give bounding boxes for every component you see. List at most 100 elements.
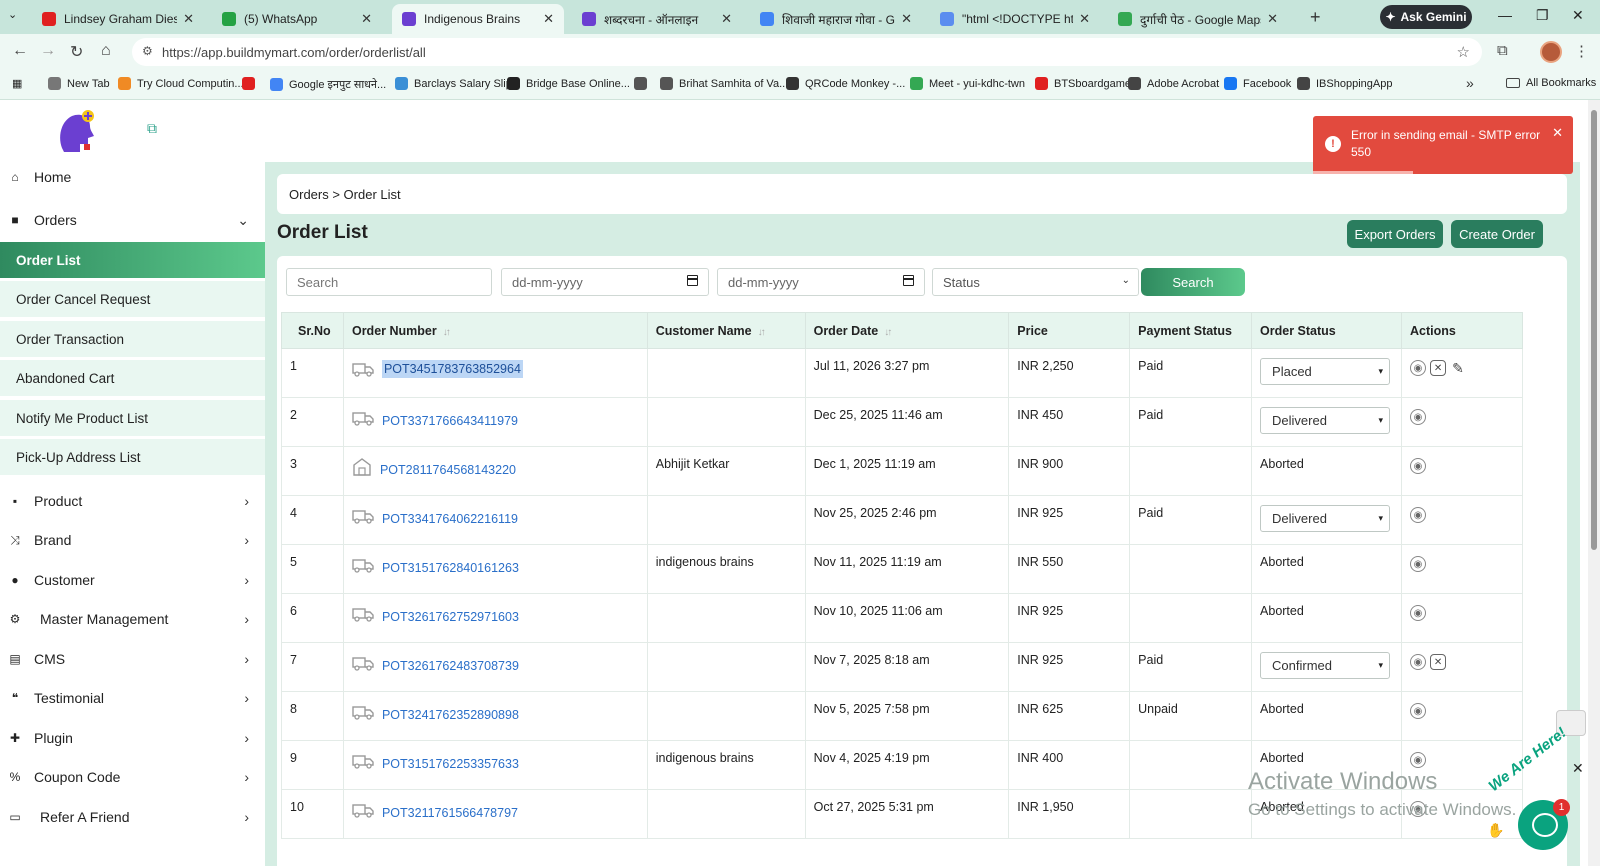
close-tab-icon[interactable]: ✕ [901, 11, 912, 27]
order-number-link[interactable]: POT3151762253357633 [382, 757, 519, 771]
sidebar-subitem-order-cancel-request[interactable]: Order Cancel Request [0, 281, 265, 317]
search-input[interactable]: Search [286, 268, 492, 296]
sidebar-subitem-order-list[interactable]: Order List [0, 242, 265, 278]
sidebar-item-master-management[interactable]: ⚙ Master Management › [0, 601, 265, 637]
sidebar-item-customer[interactable]: ● Customer › [0, 562, 265, 598]
sidebar-item-cms[interactable]: ▤ CMS › [0, 641, 265, 677]
order-number-link[interactable]: POT2811764568143220 [380, 463, 516, 477]
order-number-link[interactable]: POT3241762352890898 [382, 708, 519, 722]
browser-tab[interactable]: Lindsey Graham Dies Hours ✕ [32, 4, 204, 34]
bookmark-item[interactable]: QRCode Monkey -... [786, 77, 905, 90]
order-status-select[interactable]: Delivered ▾ [1260, 407, 1391, 434]
sidebar-item-refer-a-friend[interactable]: ▭ Refer A Friend › [0, 799, 265, 835]
close-tab-icon[interactable]: ✕ [543, 11, 554, 27]
minimize-icon[interactable]: — [1498, 7, 1512, 23]
view-eye-icon[interactable]: ◉ [1410, 654, 1427, 670]
bookmark-item[interactable]: Try Cloud Computin... [118, 77, 244, 90]
forward-icon[interactable]: → [40, 42, 56, 60]
column-header[interactable]: Order Date ↓↑ [804, 312, 1010, 349]
sidebar-item-orders[interactable]: ■ Orders ⌄ [0, 202, 265, 238]
status-select[interactable]: Status ⌄ [932, 268, 1139, 296]
chrome-menu-icon[interactable]: ⋮ [1574, 42, 1589, 60]
new-tab-button[interactable]: + [1310, 7, 1321, 28]
close-tab-icon[interactable]: ✕ [721, 11, 732, 27]
close-tab-icon[interactable]: ✕ [361, 11, 372, 27]
view-eye-icon[interactable]: ◉ [1410, 458, 1427, 474]
order-number-link[interactable]: POT3451783763852964 [381, 360, 523, 378]
sidebar-item-plugin[interactable]: ✚ Plugin › [0, 720, 265, 756]
browser-tab[interactable]: Indigenous Brains ✕ [392, 4, 564, 34]
sort-icon[interactable]: ↓↑ [884, 327, 892, 338]
close-tab-icon[interactable]: ✕ [183, 11, 194, 27]
home-icon[interactable]: ⌂ [101, 42, 111, 60]
sidebar-subitem-abandoned-cart[interactable]: Abandoned Cart [0, 360, 265, 396]
all-bookmarks[interactable]: All Bookmarks [1506, 77, 1596, 89]
date-from-input[interactable]: dd-mm-yyyy [501, 268, 709, 296]
sidebar-subitem-notify-me-product-list[interactable]: Notify Me Product List [0, 400, 265, 436]
address-bar[interactable]: ⚙ https://app.buildmymart.com/order/orde… [132, 38, 1482, 66]
page-scrollbar[interactable] [1588, 100, 1600, 866]
bookmark-item[interactable]: Adobe Acrobat [1128, 77, 1219, 90]
restore-icon[interactable]: ❐ [1536, 7, 1549, 24]
order-number-link[interactable]: POT3261762752971603 [382, 610, 519, 624]
bookmarks-overflow-icon[interactable]: » [1466, 75, 1474, 91]
view-eye-icon[interactable]: ◉ [1410, 752, 1427, 768]
view-eye-icon[interactable]: ◉ [1410, 556, 1427, 572]
close-window-icon[interactable]: ✕ [1572, 7, 1584, 24]
bookmark-item[interactable]: Google इनपुट साधने... [270, 77, 386, 92]
site-info-icon[interactable]: ⚙ [142, 44, 153, 58]
back-icon[interactable]: ← [12, 42, 28, 60]
browser-tab[interactable]: शिवाजी महाराज गोवा - Googl ✕ [750, 4, 922, 34]
reload-icon[interactable]: ↻ [70, 42, 83, 62]
browser-tab[interactable]: "html <!DOCTYPE html>< ✕ [930, 4, 1100, 34]
ask-gemini-button[interactable]: ✦ Ask Gemini [1380, 5, 1472, 29]
order-number-link[interactable]: POT3341764062216119 [382, 512, 518, 526]
view-eye-icon[interactable]: ◉ [1410, 605, 1427, 621]
bookmark-item[interactable]: New Tab [48, 77, 110, 90]
order-status-select[interactable]: Placed ▾ [1260, 358, 1391, 385]
create-order-button[interactable]: Create Order [1451, 220, 1543, 248]
order-number-link[interactable]: POT3261762483708739 [382, 659, 519, 673]
sort-icon[interactable]: ↓↑ [443, 327, 451, 338]
column-header[interactable]: Order Number ↓↑ [342, 312, 648, 349]
profile-avatar[interactable] [1540, 41, 1562, 63]
bookmark-item[interactable]: Brihat Samhita of Va... [660, 77, 788, 90]
bookmark-item[interactable]: Meet - yui-kdhc-twn [910, 77, 1025, 90]
extensions-icon[interactable]: ⧉ [1497, 42, 1508, 59]
sort-icon[interactable]: ↓↑ [758, 327, 766, 338]
close-tab-icon[interactable]: ✕ [1079, 11, 1090, 27]
cancel-order-icon[interactable]: ✕ [1430, 360, 1447, 376]
view-eye-icon[interactable]: ◉ [1410, 360, 1427, 376]
browser-tab[interactable]: दुर्गाची पेठ - Google Maps ✕ [1108, 4, 1288, 34]
sidebar-item-testimonial[interactable]: ❝ Testimonial › [0, 680, 265, 716]
sidebar-item-coupon-code[interactable]: % Coupon Code › [0, 759, 265, 795]
bookmark-star-icon[interactable]: ☆ [1457, 43, 1470, 61]
view-eye-icon[interactable]: ◉ [1410, 703, 1427, 719]
browser-tab[interactable]: शब्दरचना - ऑनलाइन ✕ [572, 4, 742, 34]
apps-grid-icon[interactable]: ▦ [12, 77, 22, 90]
scrollbar-thumb[interactable] [1591, 110, 1597, 550]
sidebar-subitem-order-transaction[interactable]: Order Transaction [0, 321, 265, 357]
view-eye-icon[interactable]: ◉ [1410, 409, 1427, 425]
bookmark-item[interactable]: Barclays Salary Slip [395, 77, 512, 90]
column-header[interactable]: Customer Name ↓↑ [646, 312, 806, 349]
close-icon[interactable]: ✕ [1552, 124, 1563, 141]
order-number-link[interactable]: POT3211761566478797 [382, 806, 518, 820]
sidebar-item-home[interactable]: ⌂ Home [0, 159, 265, 195]
search-button[interactable]: Search [1141, 268, 1245, 296]
cancel-order-icon[interactable]: ✕ [1430, 654, 1447, 670]
sidebar-item-product[interactable]: ▪ Product › [0, 483, 265, 519]
calendar-icon[interactable] [903, 275, 914, 286]
open-external-icon[interactable]: ⧉ [147, 120, 157, 137]
edit-icon[interactable]: ✎ [1450, 360, 1466, 376]
view-eye-icon[interactable]: ◉ [1410, 507, 1427, 523]
bookmark-item[interactable]: Bridge Base Online... [507, 77, 630, 90]
order-number-link[interactable]: POT3371766643411979 [382, 414, 518, 428]
bookmark-item[interactable]: Facebook [1224, 77, 1291, 90]
close-tab-icon[interactable]: ✕ [1267, 11, 1278, 27]
order-number-link[interactable]: POT3151762840161263 [382, 561, 519, 575]
chat-close-icon[interactable]: ✕ [1572, 760, 1584, 777]
order-status-select[interactable]: Delivered ▾ [1260, 505, 1391, 532]
export-orders-button[interactable]: Export Orders [1347, 220, 1443, 248]
sidebar-subitem-pick-up-address-list[interactable]: Pick-Up Address List [0, 439, 265, 475]
